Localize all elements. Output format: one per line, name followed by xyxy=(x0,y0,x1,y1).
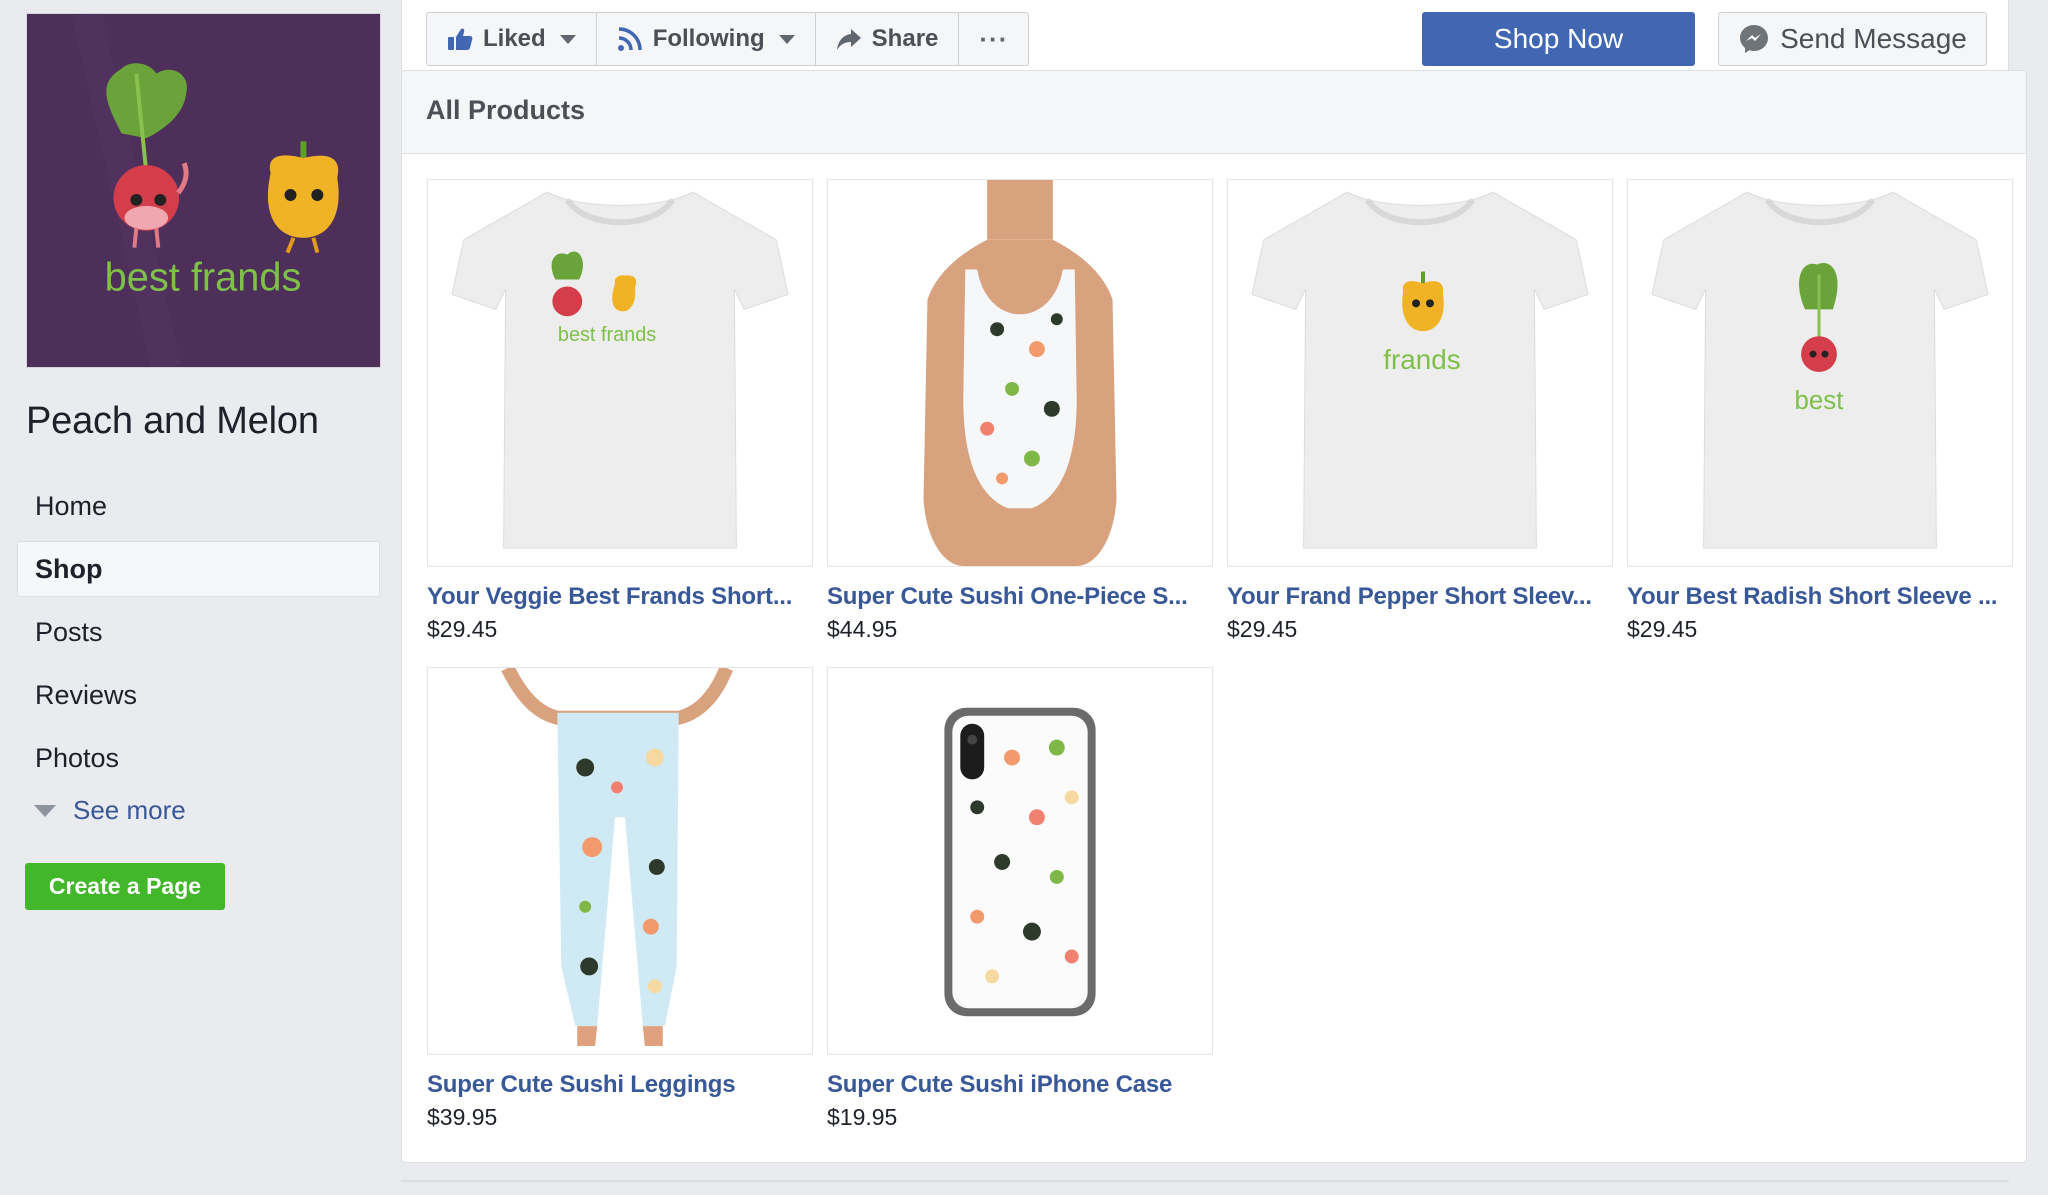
section-divider xyxy=(401,1180,2009,1182)
product-title[interactable]: Super Cute Sushi iPhone Case xyxy=(827,1071,1213,1099)
product-price: $19.95 xyxy=(827,1104,898,1130)
product-card[interactable]: best Your Best Radish Short Sleeve ... $… xyxy=(1627,179,2013,656)
sidebar-item-label: Home xyxy=(35,490,108,521)
sidebar-item-label: Reviews xyxy=(35,679,138,710)
more-dots-icon: ··· xyxy=(979,23,1009,54)
following-label: Following xyxy=(652,25,765,52)
more-options-button[interactable]: ··· xyxy=(959,13,1028,65)
sidebar-item-label: Posts xyxy=(35,616,103,647)
page-action-buttons: Liked Following Share ··· xyxy=(426,12,1030,66)
tshirt-image: best xyxy=(1651,191,1989,549)
product-card[interactable]: frands Your Frand Pepper Short Sleev... … xyxy=(1227,179,1613,656)
product-card[interactable]: Super Cute Sushi One-Piece S... $44.95 xyxy=(827,179,1213,656)
caret-down-icon xyxy=(34,804,56,817)
sidebar-item-home[interactable]: Home xyxy=(17,478,380,534)
product-title[interactable]: Super Cute Sushi One-Piece S... xyxy=(827,583,1213,611)
sidebar-item-reviews[interactable]: Reviews xyxy=(17,667,380,723)
product-title[interactable]: Your Veggie Best Frands Short... xyxy=(427,583,813,611)
following-button[interactable]: Following xyxy=(597,13,816,65)
thumbs-up-icon xyxy=(448,28,473,50)
product-title[interactable]: Your Frand Pepper Short Sleev... xyxy=(1227,583,1613,611)
profile-picture[interactable]: best frands xyxy=(26,13,381,368)
product-grid: best frands Your Veggie Best Frands Shor… xyxy=(427,179,2013,1144)
product-image[interactable]: best xyxy=(1627,179,2013,567)
sidebar-item-label: Photos xyxy=(35,742,120,773)
send-message-button[interactable]: Send Message xyxy=(1718,12,1987,66)
share-label: Share xyxy=(871,25,939,52)
see-more-label: See more xyxy=(73,795,186,825)
page-title[interactable]: Peach and Melon xyxy=(26,400,319,443)
products-panel: All Products best frands Your Veggie Bes… xyxy=(401,70,2027,1163)
product-card[interactable]: Super Cute Sushi Leggings $39.95 xyxy=(427,667,813,1144)
rss-follow-icon xyxy=(617,27,642,51)
tshirt-print-text: best frands xyxy=(558,324,656,346)
swimsuit-image xyxy=(923,180,1117,566)
liked-label: Liked xyxy=(483,25,546,52)
share-arrow-icon xyxy=(836,29,861,50)
product-image[interactable]: best frands xyxy=(427,179,813,567)
tshirt-print-text: best xyxy=(1795,387,1844,415)
messenger-icon xyxy=(1740,25,1769,53)
sidebar-item-label: Shop xyxy=(35,553,103,584)
product-image[interactable] xyxy=(827,179,1213,567)
profile-image-text: best frands xyxy=(105,255,302,299)
product-title[interactable]: Super Cute Sushi Leggings xyxy=(427,1071,813,1099)
product-price: $39.95 xyxy=(427,1104,498,1130)
product-card[interactable]: Super Cute Sushi iPhone Case $19.95 xyxy=(827,667,1213,1144)
sidebar-item-photos[interactable]: Photos xyxy=(17,730,380,786)
leggings-image xyxy=(501,668,733,1047)
product-image[interactable] xyxy=(827,667,1213,1055)
see-more-link[interactable]: See more xyxy=(34,795,186,826)
product-price: $29.45 xyxy=(1227,616,1298,642)
sidebar-item-shop[interactable]: Shop xyxy=(17,541,380,597)
phone-case-image xyxy=(944,707,1096,1017)
product-title[interactable]: Your Best Radish Short Sleeve ... xyxy=(1627,583,2013,611)
share-button[interactable]: Share xyxy=(816,13,960,65)
tshirt-image: best frands xyxy=(451,191,789,549)
product-price: $44.95 xyxy=(827,616,898,642)
shop-now-button[interactable]: Shop Now xyxy=(1422,12,1695,66)
create-page-button[interactable]: Create a Page xyxy=(25,863,225,910)
products-header: All Products xyxy=(402,71,2026,154)
sidebar-item-posts[interactable]: Posts xyxy=(17,604,380,660)
product-image[interactable]: frands xyxy=(1227,179,1613,567)
product-price: $29.45 xyxy=(427,616,498,642)
tshirt-print-text: frands xyxy=(1383,344,1460,375)
product-card[interactable]: best frands Your Veggie Best Frands Shor… xyxy=(427,179,813,656)
product-image[interactable] xyxy=(427,667,813,1055)
caret-down-icon xyxy=(778,34,795,44)
product-price: $29.45 xyxy=(1627,616,1698,642)
sidebar-nav: Home Shop Posts Reviews Photos xyxy=(17,478,380,793)
caret-down-icon xyxy=(559,34,576,44)
liked-button[interactable]: Liked xyxy=(427,13,597,65)
send-message-label: Send Message xyxy=(1780,23,1967,54)
profile-image: best frands xyxy=(27,14,380,367)
tshirt-image: frands xyxy=(1251,191,1589,549)
